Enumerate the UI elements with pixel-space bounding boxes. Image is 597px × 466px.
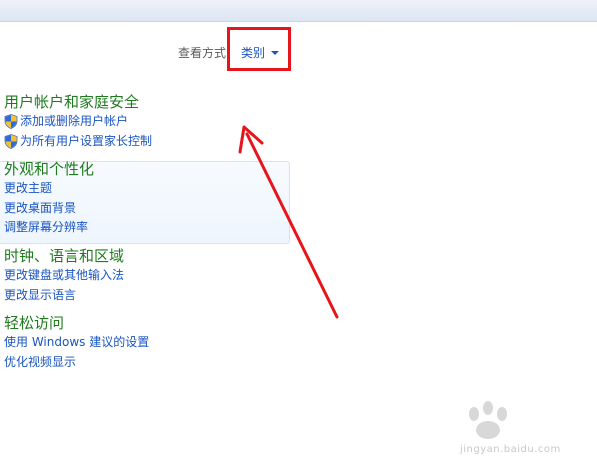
paw-logo-icon (469, 401, 507, 439)
annotation-arrow (238, 125, 339, 319)
baidu-watermark: jingyan.baidu.com (460, 400, 590, 460)
watermark-text: jingyan.baidu.com (460, 444, 561, 455)
